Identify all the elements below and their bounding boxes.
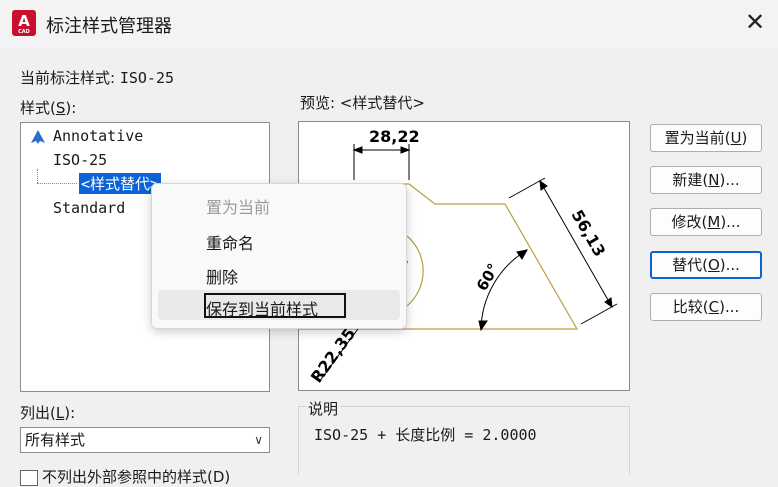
- preview-label: 预览: <样式替代>: [300, 94, 425, 112]
- override-button[interactable]: 替代(O)...: [650, 251, 762, 279]
- modify-button[interactable]: 修改(M)...: [650, 208, 762, 236]
- set-current-button-key: U: [730, 129, 742, 147]
- context-menu: 置为当前 重命名 删除 保存到当前样式: [151, 183, 407, 329]
- override-button-key: O: [707, 256, 720, 274]
- exclude-xref-label: 不列出外部参照中的样式(D): [42, 468, 231, 486]
- compare-button-tail: )...: [719, 298, 740, 316]
- menu-item-set-current[interactable]: 置为当前: [206, 194, 270, 218]
- style-item-standard[interactable]: Standard: [53, 199, 125, 217]
- style-item-annotative[interactable]: Annotative: [53, 127, 143, 145]
- dim-text-radius: R22,35: [307, 324, 359, 386]
- description-text: ISO-25 + 长度比例 = 2.0000: [314, 426, 537, 444]
- list-label-pre: 列出(: [20, 404, 56, 422]
- modify-button-tail: )...: [720, 213, 741, 231]
- dim-text-right: 56,13: [568, 207, 610, 260]
- compare-button[interactable]: 比较(C)...: [650, 293, 762, 321]
- menu-item-delete[interactable]: 删除: [206, 264, 238, 288]
- tree-line-horizontal: [37, 183, 77, 185]
- exclude-xref-checkbox[interactable]: [20, 470, 38, 486]
- compare-button-text: 比较(: [672, 298, 709, 316]
- set-current-button-text: 置为当前(: [664, 129, 731, 147]
- styles-label-pre: 样式(: [20, 99, 56, 117]
- current-style-label: 当前标注样式:: [20, 69, 120, 87]
- override-button-text: 替代(: [672, 256, 708, 274]
- current-style-line: 当前标注样式: ISO-25: [20, 67, 174, 88]
- list-label: 列出(L):: [20, 402, 75, 423]
- set-current-button-tail: ): [741, 129, 748, 147]
- new-button-text: 新建(: [672, 171, 709, 189]
- new-button[interactable]: 新建(N)...: [650, 166, 762, 194]
- list-filter-value: 所有样式: [25, 431, 86, 449]
- app-icon-letter: A: [18, 12, 30, 30]
- app-icon-caption: CAD: [18, 29, 30, 35]
- menu-item-save-to-current[interactable]: 保存到当前样式: [206, 296, 318, 320]
- style-item-iso25[interactable]: ISO-25: [53, 151, 107, 169]
- description-label: 说明: [306, 398, 341, 419]
- new-button-key: N: [708, 171, 720, 189]
- modify-button-key: M: [707, 213, 721, 231]
- list-label-key: L: [55, 404, 65, 422]
- preview-arc: [406, 235, 424, 307]
- close-icon[interactable]: ✕: [742, 9, 768, 35]
- current-style-value: ISO-25: [119, 69, 175, 87]
- compare-button-key: C: [708, 298, 720, 316]
- autocad-app-icon: A CAD: [12, 10, 36, 36]
- new-button-tail: )...: [719, 171, 740, 189]
- menu-item-rename[interactable]: 重命名: [206, 230, 254, 254]
- styles-label-post: ):: [65, 99, 77, 117]
- list-filter-select[interactable]: 所有样式 ∨: [20, 427, 270, 453]
- styles-label: 样式(S):: [20, 97, 76, 118]
- modify-button-text: 修改(: [671, 213, 708, 231]
- tree-line: [37, 169, 39, 183]
- chevron-down-icon: ∨: [254, 433, 263, 447]
- style-item-override[interactable]: <样式替代>: [79, 173, 162, 194]
- set-current-button[interactable]: 置为当前(U): [650, 124, 762, 152]
- styles-label-key: S: [55, 99, 66, 117]
- window-title: 标注样式管理器: [46, 16, 172, 37]
- dim-text-top: 28,22: [369, 127, 420, 146]
- override-button-tail: )...: [719, 256, 740, 274]
- annotative-icon: [31, 130, 45, 144]
- list-label-post: ):: [64, 404, 76, 422]
